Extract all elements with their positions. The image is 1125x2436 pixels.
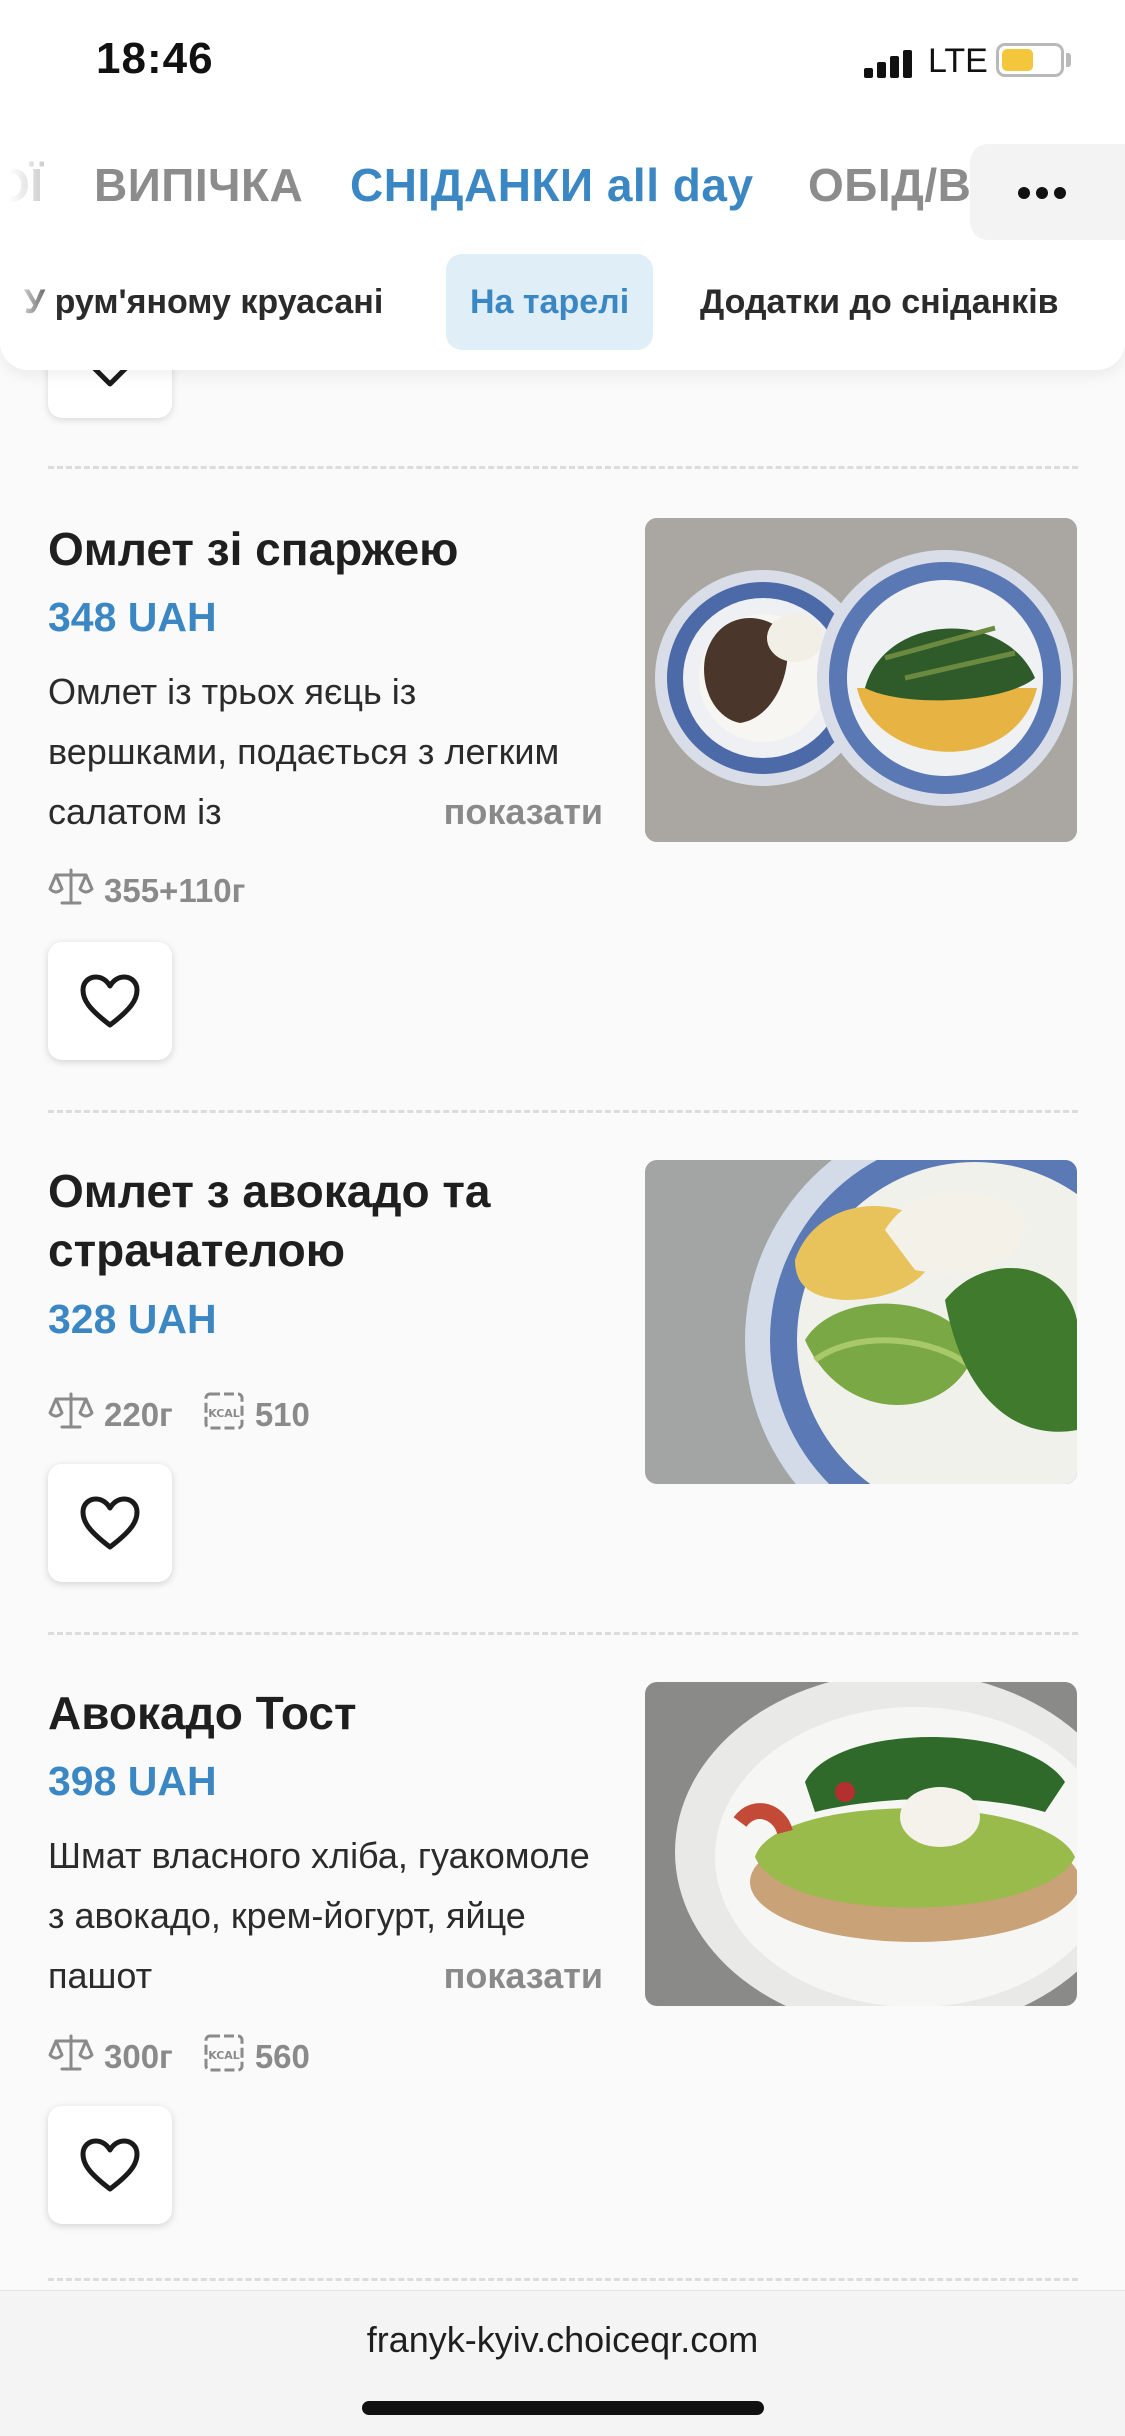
subtab[interactable]: Додатки до сніданків [676,254,1083,350]
item-meta: 220г KCAL 510 [48,1390,340,1440]
status-bar: 18:46 LTE [0,0,1125,120]
avocado-toast-photo[interactable] [645,1682,1077,2006]
show-more-link[interactable]: показати [444,782,603,842]
item-kcal: 560 [254,2038,310,2075]
menu-header: ОЇ ВИПІЧКА СНІДАНКИ all day ОБІД/В У рум… [0,120,1125,370]
divider [48,2278,1078,2281]
status-time: 18:46 [96,34,214,83]
favorite-button[interactable] [48,1464,172,1582]
item-price: 398 UAH [48,1758,217,1804]
home-indicator[interactable] [362,2401,764,2415]
favorite-button[interactable] [48,2106,172,2224]
more-horizontal-icon [1018,186,1072,204]
subtabs-fade [0,254,60,350]
subtabs-fade [1055,254,1125,350]
item-meta: 355+110г [48,866,275,916]
item-description: Омлет із трьох яєць із вершками, подаєть… [48,662,603,842]
item-title: Авокадо Тост [48,1687,357,1739]
show-more-link[interactable]: показати [444,1946,603,2006]
signal-icon [864,48,914,78]
svg-text:KCAL: KCAL [208,2049,240,2062]
item-meta: 300г KCAL 560 [48,2032,340,2082]
heart-icon [80,1496,140,1550]
kcal-icon: KCAL [203,1391,245,1439]
item-weight: 300г [104,2038,173,2075]
browser-bottom-bar: franyk-kyiv.choiceqr.com [0,2290,1125,2436]
subtab[interactable]: У рум'яному круасані [0,254,407,350]
favorite-button[interactable] [48,942,172,1060]
screen: Омлет зі спаржею 348 UAH Омлет із трьох … [0,0,1125,2436]
url-label[interactable]: franyk-kyiv.choiceqr.com [0,2319,1125,2361]
battery-icon [996,43,1064,77]
more-categories-button[interactable] [970,144,1125,240]
item-title: Омлет з авокадо та страчателою [48,1165,491,1276]
subcategory-tabs: У рум'яному круасані На тарелі Додатки д… [0,254,1125,350]
category-tabs: ОЇ ВИПІЧКА СНІДАНКИ all day ОБІД/В [0,158,970,228]
heart-icon [80,2138,140,2192]
item-kcal: 510 [254,1396,310,1433]
item-description: Шмат власного хліба, гуакомоле з авокадо… [48,1826,603,2006]
battery-tip [1066,53,1071,67]
kcal-icon: KCAL [203,2033,245,2081]
divider [48,1632,1078,1635]
heart-icon [80,974,140,1028]
tab-category[interactable]: ОБІД/В [808,158,970,212]
svg-text:KCAL: KCAL [208,1407,240,1420]
item-title: Омлет зі спаржею [48,523,459,575]
battery-fill [1002,49,1033,71]
tabs-fade [0,158,90,228]
scale-icon [48,2033,94,2081]
tab-category-active[interactable]: СНІДАНКИ all day [350,158,754,212]
scale-icon [48,1391,94,1439]
divider [48,466,1078,469]
item-price: 348 UAH [48,594,217,640]
scale-icon [48,867,94,915]
network-type: LTE [928,42,988,80]
omelette-avocado-photo[interactable] [645,1160,1077,1484]
omelette-asparagus-photo[interactable] [645,518,1077,842]
tab-category[interactable]: ВИПІЧКА [94,158,303,212]
item-weight: 355+110г [104,872,246,909]
subtab-active[interactable]: На тарелі [446,254,654,350]
item-weight: 220г [104,1396,173,1433]
divider [48,1110,1078,1113]
item-price: 328 UAH [48,1296,217,1342]
